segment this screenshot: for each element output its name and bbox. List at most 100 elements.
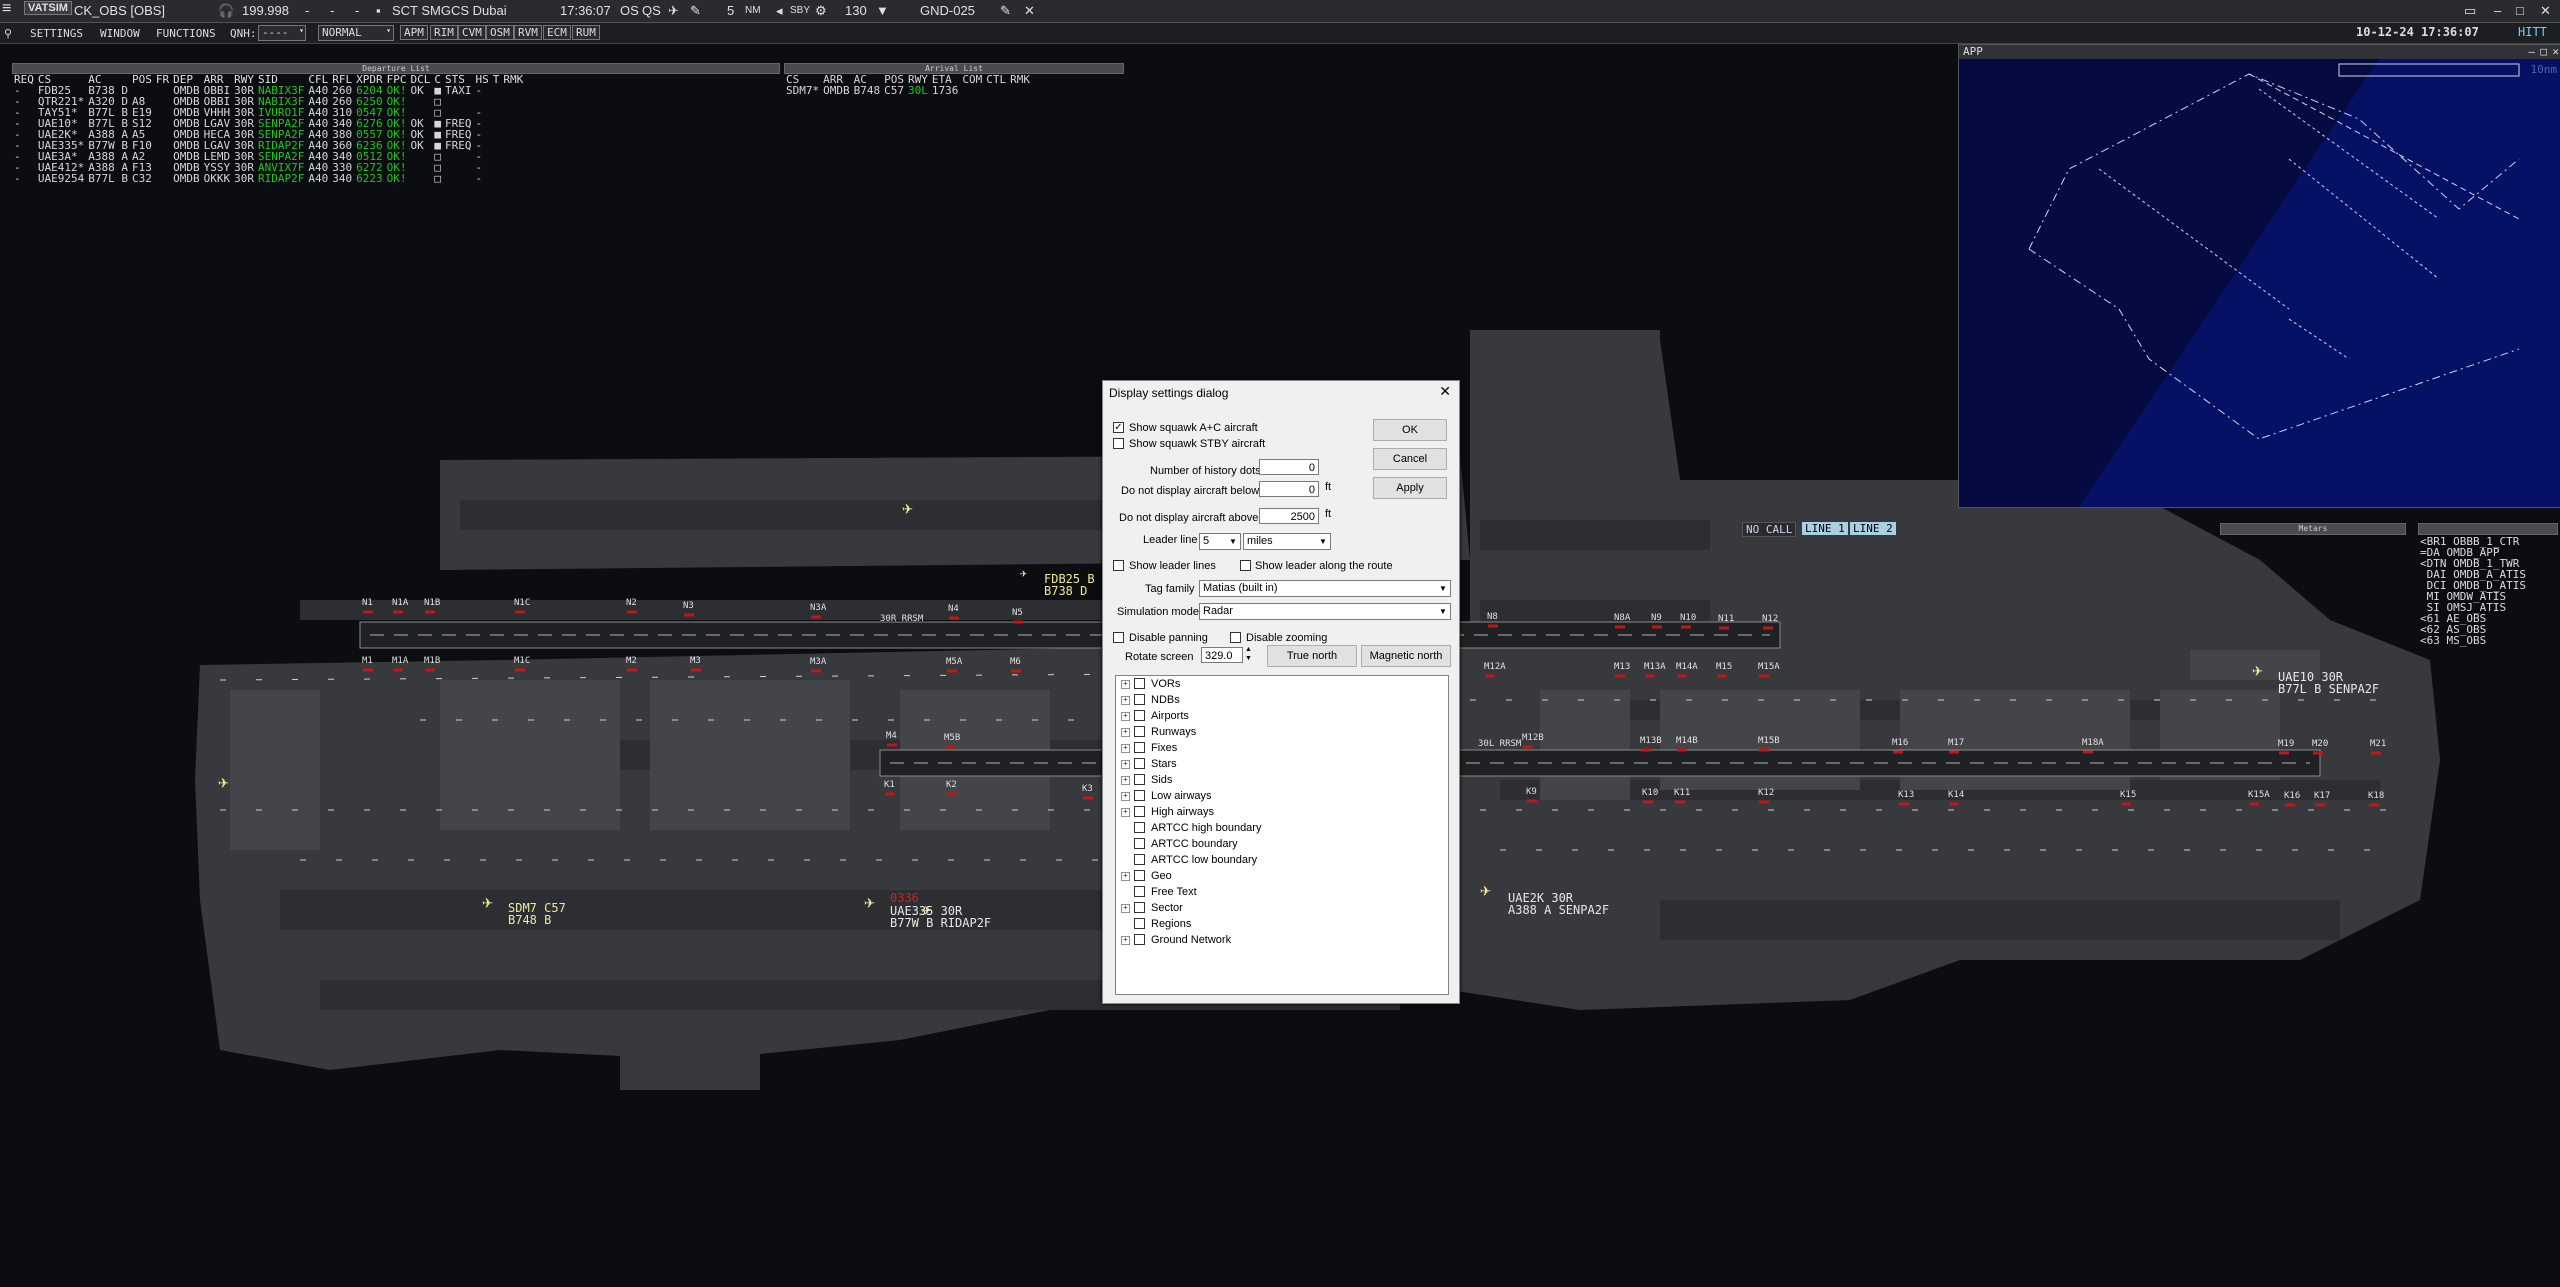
table-cell[interactable]: UAE9254	[36, 173, 86, 184]
tree-node-checkbox[interactable]	[1134, 694, 1145, 705]
table-cell[interactable]: -	[473, 85, 490, 96]
filter-icon[interactable]: ▼	[876, 3, 889, 18]
tree-node-label[interactable]: Ground Network	[1151, 932, 1231, 948]
minimize-icon[interactable]: –	[2494, 3, 2501, 18]
tree-node-checkbox[interactable]	[1134, 870, 1145, 881]
table-cell[interactable]	[154, 151, 171, 162]
table-cell[interactable]	[960, 85, 984, 96]
column-header[interactable]: FR	[154, 74, 171, 85]
table-cell[interactable]	[443, 162, 474, 173]
table-cell[interactable]: TAXI	[443, 85, 474, 96]
above-input[interactable]: 2500	[1259, 508, 1319, 524]
qs-button[interactable]: QS	[642, 3, 661, 18]
table-cell[interactable]	[443, 151, 474, 162]
metars-window-title[interactable]: Metars	[2220, 523, 2406, 535]
app-radar-window[interactable]: APP – □ ✕ 10nm	[1958, 44, 2560, 508]
expand-icon[interactable]: +	[1121, 680, 1130, 689]
callsign-display[interactable]: CK_OBS [OBS]	[74, 3, 165, 18]
history-dots-input[interactable]: 0	[1259, 459, 1319, 475]
expand-icon[interactable]: +	[1121, 792, 1130, 801]
headset-icon[interactable]: 🎧	[218, 3, 234, 19]
tree-node-label[interactable]: VORs	[1151, 676, 1180, 692]
no-call-tag[interactable]: NO CALL	[1742, 522, 1797, 537]
table-cell[interactable]	[443, 96, 474, 107]
tree-node-label[interactable]: Low airways	[1151, 788, 1212, 804]
pin-icon[interactable]: ⚲	[4, 27, 12, 40]
table-cell[interactable]: OK!	[385, 173, 409, 184]
column-header[interactable]: RMK	[501, 74, 525, 85]
table-cell[interactable]: OMDB	[821, 85, 852, 96]
aircraft-icon[interactable]: ✈	[1020, 566, 1027, 580]
table-cell[interactable]: OK	[408, 140, 432, 151]
table-cell[interactable]	[154, 173, 171, 184]
rim-button[interactable]: RIM	[430, 25, 458, 40]
range-value[interactable]: 5	[727, 3, 734, 18]
tree-node-label[interactable]: High airways	[1151, 804, 1214, 820]
position-display[interactable]: GND-025	[920, 3, 975, 18]
tree-node-checkbox[interactable]	[1134, 742, 1145, 753]
table-cell[interactable]	[154, 96, 171, 107]
close-icon[interactable]: ✕	[1439, 383, 1451, 400]
window-menu-icon[interactable]: ▭	[2464, 3, 2476, 19]
line2-tag[interactable]: LINE 2	[1850, 522, 1896, 535]
tree-node-label[interactable]: ARTCC low boundary	[1151, 852, 1257, 868]
maximize-icon[interactable]: □	[2516, 3, 2524, 18]
apm-button[interactable]: APM	[400, 25, 428, 40]
aircraft-icon[interactable]: ✈	[902, 498, 913, 519]
ecm-button[interactable]: ECM	[543, 25, 571, 40]
expand-icon[interactable]: +	[1121, 696, 1130, 705]
display-settings-dialog[interactable]: Display settings dialog ✕ ✓ Show squawk …	[1102, 380, 1460, 1004]
expand-icon[interactable]: +	[1121, 872, 1130, 881]
menu-functions[interactable]: FUNCTIONS	[156, 27, 216, 40]
controller-entry[interactable]: <63 MS_OBS	[2420, 635, 2526, 646]
hitt-button[interactable]: HITT	[2518, 25, 2547, 39]
tree-node-label[interactable]: ARTCC boundary	[1151, 836, 1238, 852]
tree-node-label[interactable]: Geo	[1151, 868, 1172, 884]
table-row[interactable]: SDM7* OMDB B748 C57 30L 1736	[784, 85, 1032, 96]
sim-mode-select[interactable]: Radar ▼	[1199, 603, 1451, 620]
tree-node-label[interactable]: NDBs	[1151, 692, 1180, 708]
minimize-icon[interactable]: –	[2528, 45, 2535, 59]
tree-node-label[interactable]: Free Text	[1151, 884, 1197, 900]
table-cell[interactable]	[154, 129, 171, 140]
below-input[interactable]: 0	[1259, 481, 1319, 497]
magnetic-north-button[interactable]: Magnetic north	[1361, 645, 1451, 667]
tree-node-checkbox[interactable]	[1134, 726, 1145, 737]
qnh-select[interactable]: ---- ▾	[258, 25, 306, 41]
disable-zooming-checkbox[interactable]	[1230, 632, 1241, 643]
table-cell[interactable]: OKKK	[202, 173, 233, 184]
tree-node-checkbox[interactable]	[1134, 934, 1145, 945]
osm-button[interactable]: OSM	[486, 25, 514, 40]
show-squawk-ac-checkbox[interactable]: ✓	[1113, 422, 1124, 433]
column-header[interactable]: COM	[960, 74, 984, 85]
tree-node-checkbox[interactable]	[1134, 758, 1145, 769]
rotate-spinner[interactable]: ▲ ▼	[1245, 645, 1252, 663]
table-cell[interactable]: -	[12, 173, 36, 184]
sector-file-name[interactable]: SCT SMGCS Dubai	[392, 3, 507, 18]
show-squawk-ac-label[interactable]: Show squawk A+C aircraft	[1129, 422, 1258, 434]
tree-node-checkbox[interactable]	[1134, 774, 1145, 785]
aircraft-tag-fdb25[interactable]: FDB25 B B738 D	[1044, 573, 1095, 597]
table-cell[interactable]: FREQ	[443, 140, 474, 151]
close-icon[interactable]: ✕	[2552, 45, 2559, 59]
app-window-titlebar[interactable]: APP – □ ✕	[1959, 45, 2560, 59]
table-cell[interactable]: OK	[408, 85, 432, 96]
show-leader-lines-checkbox[interactable]	[1113, 560, 1124, 571]
table-cell[interactable]: B77L B	[86, 173, 130, 184]
rum-button[interactable]: RUM	[572, 25, 600, 40]
table-cell[interactable]	[154, 140, 171, 151]
table-cell[interactable]: C32	[130, 173, 154, 184]
aircraft-icon[interactable]: ✈	[864, 892, 875, 913]
map-element-tree[interactable]: + VORs + NDBs + Airports + Runways + Fixes + Stars +…	[1115, 675, 1449, 995]
os-button[interactable]: OS	[620, 3, 639, 18]
tree-node-checkbox[interactable]	[1134, 902, 1145, 913]
table-row[interactable]: - UAE9254 B77L B C32 OMDB OKKK 30R RIDAP2F A40 34…	[12, 173, 525, 184]
cvm-button[interactable]: CVM	[458, 25, 486, 40]
table-cell[interactable]: OMDB	[171, 173, 202, 184]
close-icon[interactable]: ✕	[2540, 3, 2551, 19]
controller-list[interactable]: <BR1 OBBB_1_CTR =DA OMDB_APP <DTN OMDB_1_T…	[2420, 536, 2526, 646]
show-leader-lines-label[interactable]: Show leader lines	[1129, 560, 1216, 572]
plane-icon[interactable]: ✈	[668, 3, 679, 19]
show-leader-route-label[interactable]: Show leader along the route	[1255, 560, 1393, 572]
table-cell[interactable]: B748	[852, 85, 883, 96]
